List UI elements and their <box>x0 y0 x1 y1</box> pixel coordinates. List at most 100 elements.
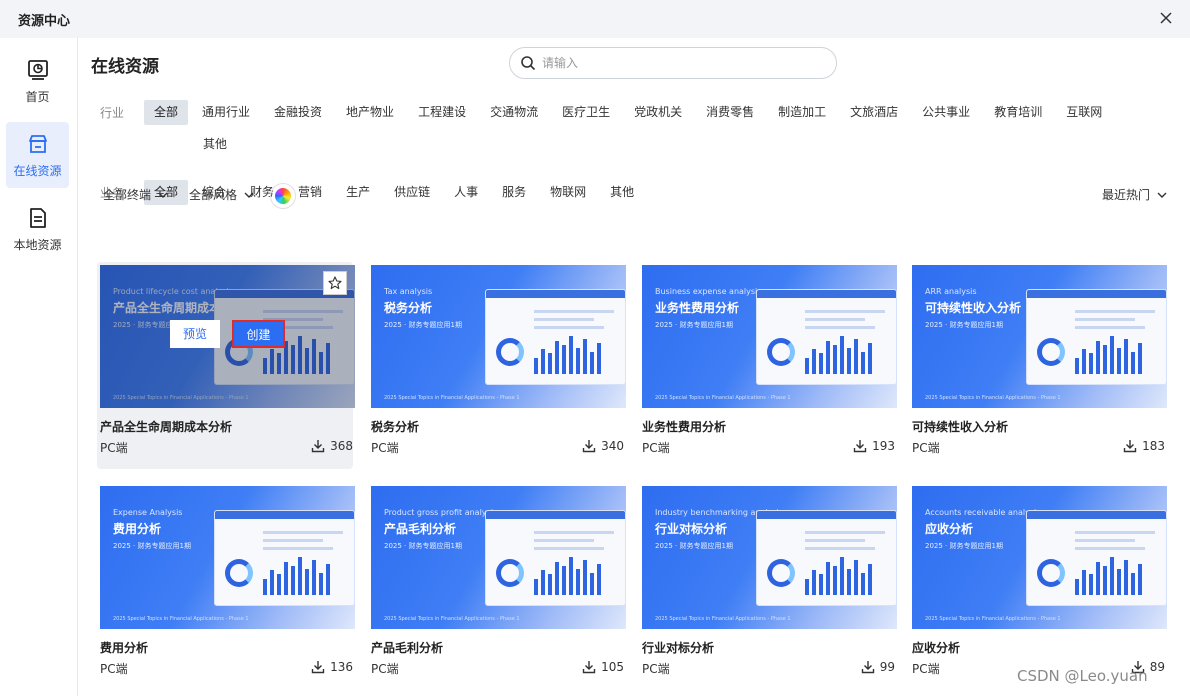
card-title: 业务性费用分析 <box>642 420 727 434</box>
download-icon <box>311 440 325 453</box>
card-platform: PC端 <box>912 441 940 455</box>
industry-chip[interactable]: 工程建设 <box>408 100 476 125</box>
terminal-dropdown-label: 全部终端 <box>103 188 152 202</box>
industry-chip[interactable]: 制造加工 <box>768 100 836 125</box>
thumb-english-title: Product gross profit analysis <box>384 508 498 517</box>
thumb-dashboard-preview <box>485 510 626 606</box>
industry-chip[interactable]: 公共事业 <box>912 100 980 125</box>
industry-chip-other[interactable]: 其他 <box>193 132 237 157</box>
industry-chip[interactable]: 地产物业 <box>336 100 404 125</box>
business-chip[interactable]: 其他 <box>600 180 644 205</box>
industry-chip[interactable]: 医疗卫生 <box>552 100 620 125</box>
thumb-footer: 2025 Special Topics in Financial Applica… <box>655 616 791 622</box>
sidebar-item-online-resources[interactable]: 在线资源 <box>6 122 69 188</box>
industry-chip[interactable]: 党政机关 <box>624 100 692 125</box>
watermark: CSDN @Leo.yuan <box>1017 667 1148 685</box>
download-count-value: 368 <box>330 439 353 453</box>
color-wheel-icon <box>275 188 291 204</box>
industry-chip[interactable]: 交通物流 <box>480 100 548 125</box>
thumb-footer: 2025 Special Topics in Financial Applica… <box>113 616 249 622</box>
industry-chip[interactable]: 互联网 <box>1056 100 1112 125</box>
thumb-chinese-title: 行业对标分析 <box>655 522 728 536</box>
card-thumbnail: Product gross profit analysis 产品毛利分析 202… <box>371 486 626 629</box>
thumb-dashboard-preview <box>1026 289 1167 385</box>
thumb-chinese-title: 产品毛利分析 <box>384 522 457 536</box>
industry-chip[interactable]: 文旅酒店 <box>840 100 908 125</box>
favorite-button[interactable] <box>323 271 347 295</box>
sort-dropdown[interactable]: 最近热门 <box>1102 186 1168 203</box>
business-chip[interactable]: 物联网 <box>540 180 596 205</box>
color-filter-button[interactable] <box>270 183 296 209</box>
industry-chip[interactable]: 金融投资 <box>264 100 332 125</box>
thumb-subtitle: 2025 · 财务专题应用1期 <box>925 321 1003 329</box>
industry-chip[interactable]: 通用行业 <box>192 100 260 125</box>
card-title: 应收分析 <box>912 641 961 655</box>
card-download-count: 340 <box>582 439 624 453</box>
card-title: 可持续性收入分析 <box>912 420 1009 434</box>
sidebar-item-label: 在线资源 <box>13 163 62 178</box>
card-title: 税务分析 <box>371 420 420 434</box>
card-thumbnail: ARR analysis 可持续性收入分析 2025 · 财务专题应用1期 20… <box>912 265 1167 408</box>
sidebar-item-local-resources[interactable]: 本地资源 <box>6 196 69 262</box>
card-thumbnail: Tax analysis 税务分析 2025 · 财务专题应用1期 2025 S… <box>371 265 626 408</box>
thumb-dashboard-preview <box>756 289 897 385</box>
thumb-subtitle: 2025 · 财务专题应用1期 <box>384 542 462 550</box>
download-icon <box>582 661 596 674</box>
window-title: 资源中心 <box>18 13 71 29</box>
thumb-dashboard-preview <box>756 510 897 606</box>
card-download-count: 136 <box>311 660 353 674</box>
download-icon <box>861 661 874 674</box>
resource-card[interactable]: Tax analysis 税务分析 2025 · 财务专题应用1期 2025 S… <box>368 262 626 469</box>
thumb-english-title: ARR analysis <box>925 287 977 296</box>
resource-card[interactable]: Product lifecycle cost analysis 产品全生命周期成… <box>97 262 355 469</box>
sort-dropdown-label: 最近热门 <box>1102 188 1151 202</box>
business-chip[interactable]: 生产 <box>336 180 380 205</box>
download-icon <box>582 440 596 453</box>
search-box[interactable] <box>509 47 837 79</box>
download-count-value: 183 <box>1142 439 1165 453</box>
card-platform: PC端 <box>100 662 128 676</box>
industry-chip[interactable]: 消费零售 <box>696 100 764 125</box>
thumb-subtitle: 2025 · 财务专题应用1期 <box>925 542 1003 550</box>
hover-overlay <box>100 265 355 408</box>
thumb-footer: 2025 Special Topics in Financial Applica… <box>384 395 520 401</box>
card-platform: PC端 <box>371 441 399 455</box>
create-button[interactable]: 创建 <box>232 320 285 348</box>
search-input[interactable] <box>542 56 802 70</box>
thumb-footer: 2025 Special Topics in Financial Applica… <box>925 616 1061 622</box>
thumb-subtitle: 2025 · 财务专题应用1期 <box>655 542 733 550</box>
thumb-footer: 2025 Special Topics in Financial Applica… <box>384 616 520 622</box>
industry-chip-all[interactable]: 全部 <box>144 100 189 125</box>
download-count-value: 89 <box>1149 660 1165 674</box>
resource-card[interactable]: ARR analysis 可持续性收入分析 2025 · 财务专题应用1期 20… <box>909 262 1167 469</box>
window-titlebar: 资源中心 <box>0 0 1190 38</box>
card-platform: PC端 <box>642 441 670 455</box>
card-download-count: 368 <box>311 439 353 453</box>
card-download-count: 99 <box>861 660 895 674</box>
business-chip[interactable]: 供应链 <box>384 180 440 205</box>
industry-chip[interactable]: 教育培训 <box>984 100 1052 125</box>
download-count-value: 105 <box>601 660 624 674</box>
resource-card[interactable]: Accounts receivable analysis 应收分析 2025 ·… <box>909 483 1167 690</box>
card-thumbnail: Product lifecycle cost analysis 产品全生命周期成… <box>100 265 355 408</box>
resource-card[interactable]: Industry benchmarking analysis 行业对标分析 20… <box>639 483 897 690</box>
download-count-value: 193 <box>872 439 895 453</box>
sidebar-item-home[interactable]: 首页 <box>6 48 69 114</box>
terminal-dropdown[interactable]: 全部终端 <box>103 186 169 203</box>
resource-card[interactable]: Expense Analysis 费用分析 2025 · 财务专题应用1期 20… <box>97 483 355 690</box>
card-download-count: 105 <box>582 660 624 674</box>
resource-card[interactable]: Product gross profit analysis 产品毛利分析 202… <box>368 483 626 690</box>
thumb-chinese-title: 费用分析 <box>113 522 162 536</box>
style-dropdown[interactable]: 全部风格 <box>189 186 255 203</box>
download-icon <box>853 440 867 453</box>
industry-filter-label: 行业 <box>100 106 125 120</box>
preview-button[interactable]: 预览 <box>170 320 220 348</box>
business-chip[interactable]: 服务 <box>492 180 536 205</box>
close-icon[interactable] <box>1158 10 1174 26</box>
business-chip[interactable]: 人事 <box>444 180 488 205</box>
resource-card[interactable]: Business expense analysis 业务性费用分析 2025 ·… <box>639 262 897 469</box>
thumb-dashboard-preview <box>1026 510 1167 606</box>
thumb-english-title: Business expense analysis <box>655 287 762 296</box>
card-thumbnail: Industry benchmarking analysis 行业对标分析 20… <box>642 486 897 629</box>
thumb-chinese-title: 税务分析 <box>384 301 433 315</box>
